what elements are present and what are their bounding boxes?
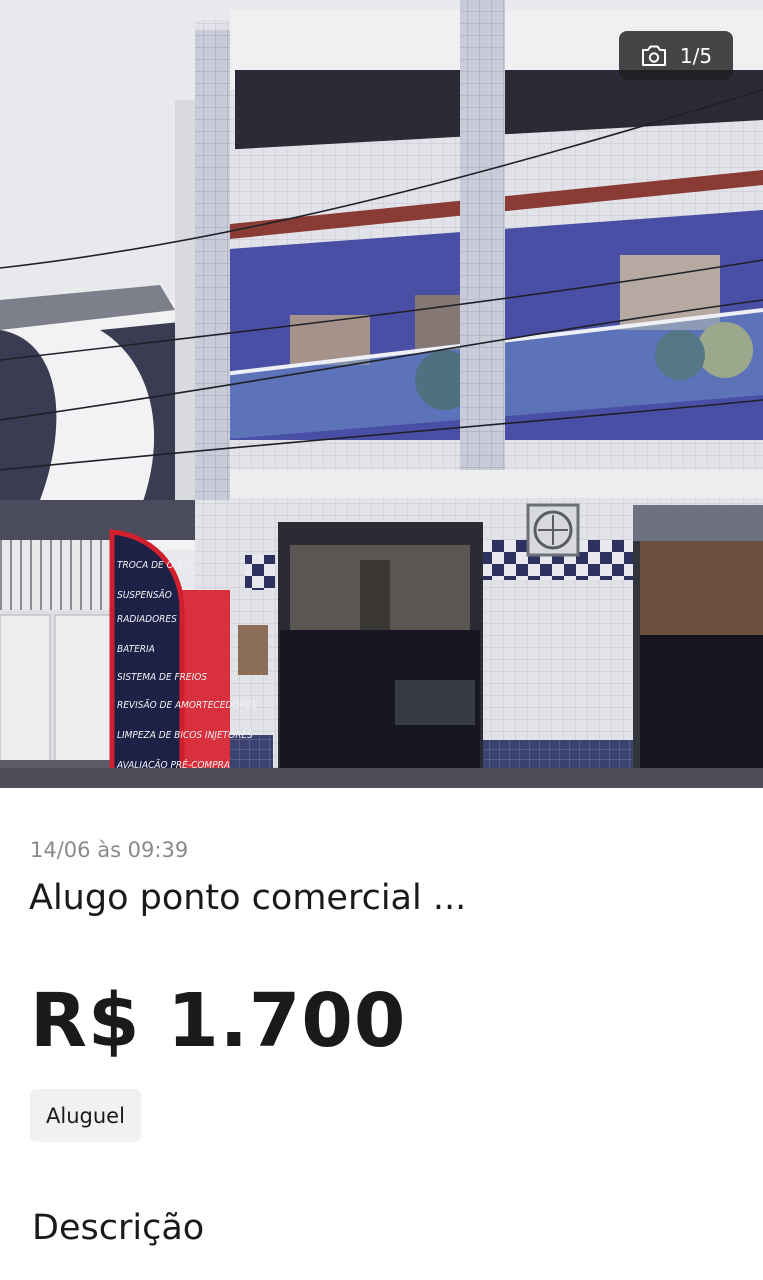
- listing-price: R$ 1.700: [30, 978, 407, 1064]
- camera-icon: [640, 44, 668, 68]
- sign-line: BATERIA: [117, 644, 155, 655]
- sign-line: LIMPEZA DE BICOS INJETORES: [117, 730, 253, 741]
- sign-line: REVISÃO DE AMORTECEDORES: [117, 698, 257, 711]
- listing-photo[interactable]: TROCA DE ÓLEO SUSPENSÃO RADIADORES BATER…: [0, 0, 763, 788]
- photo-counter[interactable]: 1/5: [619, 31, 733, 80]
- photo-counter-text: 1/5: [679, 43, 713, 68]
- listing-date: 14/06 às 09:39: [30, 838, 189, 862]
- description-heading: Descrição: [32, 1208, 205, 1248]
- sign-line: RADIADORES: [117, 614, 177, 625]
- sign-line: TROCA DE ÓLEO: [117, 558, 191, 571]
- listing-type-tag: Aluguel: [30, 1089, 141, 1142]
- sign-line: SISTEMA DE FREIOS: [117, 672, 207, 683]
- building-photo-illustration: TROCA DE ÓLEO SUSPENSÃO RADIADORES BATER…: [0, 0, 763, 788]
- listing-title: Alugo ponto comercial ...: [29, 878, 467, 918]
- sign-line: SUSPENSÃO: [117, 588, 172, 601]
